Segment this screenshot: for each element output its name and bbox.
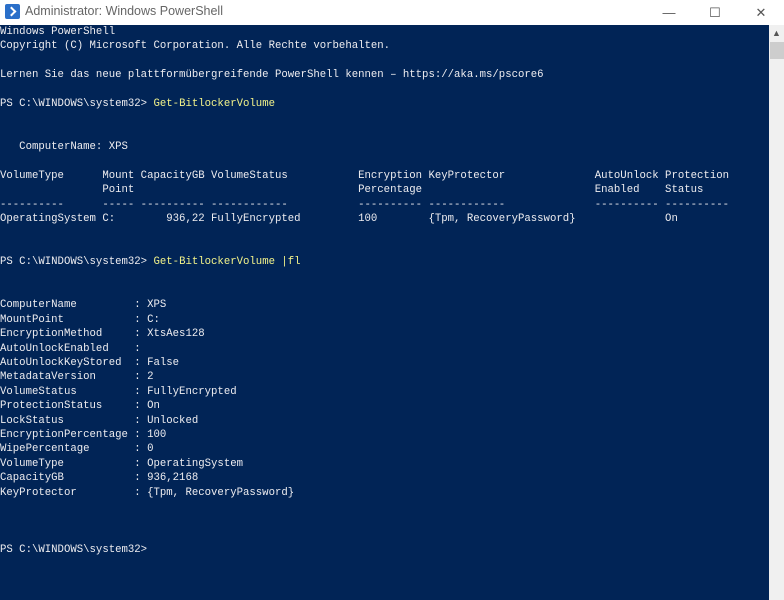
console-line: VolumeType : OperatingSystem bbox=[0, 457, 769, 471]
console-line: VolumeStatus : FullyEncrypted bbox=[0, 385, 769, 399]
minimize-button[interactable]: — bbox=[646, 0, 692, 25]
console-line: EncryptionMethod : XtsAes128 bbox=[0, 327, 769, 341]
console-line: Lernen Sie das neue plattformübergreifen… bbox=[0, 68, 769, 82]
console-line: KeyProtector : {Tpm, RecoveryPassword} bbox=[0, 486, 769, 500]
output-text: AutoUnlockEnabled : bbox=[0, 342, 141, 355]
maximize-button[interactable]: ☐ bbox=[692, 0, 738, 25]
console-line: WipePercentage : 0 bbox=[0, 442, 769, 456]
console-line: AutoUnlockEnabled : bbox=[0, 342, 769, 356]
console-output[interactable]: Windows PowerShell Copyright (C) Microsof… bbox=[0, 25, 769, 600]
console-line: LockStatus : Unlocked bbox=[0, 414, 769, 428]
output-text: VolumeStatus : FullyEncrypted bbox=[0, 385, 237, 398]
console-line: Copyright (C) Microsoft Corporation. All… bbox=[0, 39, 769, 53]
console-line: ProtectionStatus : On bbox=[0, 399, 769, 413]
output-text: ComputerName: XPS bbox=[0, 141, 128, 154]
output-text: EncryptionMethod : XtsAes128 bbox=[0, 328, 205, 341]
output-text: ProtectionStatus : On bbox=[0, 400, 160, 413]
output-text: Lernen Sie das neue plattformübergreifen… bbox=[0, 69, 544, 82]
console-line: ComputerName : XPS bbox=[0, 298, 769, 312]
close-button[interactable]: ✕ bbox=[738, 0, 784, 25]
prompt-line: PS C:\WINDOWS\system32> bbox=[0, 543, 769, 557]
output-text: VolumeType Mount CapacityGB VolumeStatus… bbox=[0, 169, 730, 182]
output-text: Copyright (C) Microsoft Corporation. All… bbox=[0, 40, 391, 53]
console-line: VolumeType Mount CapacityGB VolumeStatus… bbox=[0, 169, 769, 183]
output-text: MetadataVersion : 2 bbox=[0, 371, 154, 384]
command-text: Get-BitlockerVolume bbox=[153, 97, 275, 110]
prompt-line: PS C:\WINDOWS\system32> Get-BitlockerVol… bbox=[0, 97, 769, 111]
console-line: AutoUnlockKeyStored : False bbox=[0, 356, 769, 370]
console-line: CapacityGB : 936,2168 bbox=[0, 471, 769, 485]
title-bar: Administrator: Windows PowerShell — ☐ ✕ bbox=[0, 0, 784, 25]
output-text: Windows PowerShell bbox=[0, 26, 116, 38]
output-text: Point Percentage Enabled Status bbox=[0, 184, 704, 197]
output-text: MountPoint : C: bbox=[0, 313, 160, 326]
prompt-text: PS C:\WINDOWS\system32> bbox=[0, 256, 154, 269]
console-line: ---------- ----- ---------- ------------… bbox=[0, 198, 769, 212]
console-line: MetadataVersion : 2 bbox=[0, 370, 769, 384]
output-text: AutoUnlockKeyStored : False bbox=[0, 356, 180, 369]
console-line: Windows PowerShell bbox=[0, 25, 769, 39]
console-line: EncryptionPercentage : 100 bbox=[0, 428, 769, 442]
console-line: Point Percentage Enabled Status bbox=[0, 183, 769, 197]
output-text: WipePercentage : 0 bbox=[0, 443, 154, 456]
output-text: KeyProtector : {Tpm, RecoveryPassword} bbox=[0, 486, 295, 499]
console-line: MountPoint : C: bbox=[0, 313, 769, 327]
powershell-icon bbox=[5, 4, 20, 19]
console-line: ComputerName: XPS bbox=[0, 140, 769, 154]
output-text: ---------- ----- ---------- ------------… bbox=[0, 198, 730, 211]
prompt-text: PS C:\WINDOWS\system32> bbox=[0, 544, 154, 557]
output-text: CapacityGB : 936,2168 bbox=[0, 472, 199, 485]
output-text: EncryptionPercentage : 100 bbox=[0, 428, 167, 441]
output-text: ComputerName : XPS bbox=[0, 299, 167, 312]
maximize-icon: ☐ bbox=[709, 4, 721, 20]
command-text: Get-BitlockerVolume |fl bbox=[153, 256, 301, 269]
output-text: LockStatus : Unlocked bbox=[0, 414, 199, 427]
close-icon: ✕ bbox=[755, 4, 767, 20]
output-text: OperatingSystem C: 936,22 FullyEncrypted… bbox=[0, 213, 678, 226]
scroll-up-arrow-icon[interactable]: ▲ bbox=[769, 25, 784, 41]
window-title: Administrator: Windows PowerShell bbox=[25, 4, 223, 18]
minimize-icon: — bbox=[662, 5, 676, 20]
vertical-scrollbar[interactable]: ▲ bbox=[769, 25, 784, 600]
console-line: OperatingSystem C: 936,22 FullyEncrypted… bbox=[0, 212, 769, 226]
prompt-text: PS C:\WINDOWS\system32> bbox=[0, 97, 154, 110]
scroll-thumb[interactable] bbox=[770, 42, 784, 59]
prompt-line: PS C:\WINDOWS\system32> Get-BitlockerVol… bbox=[0, 255, 769, 269]
output-text: VolumeType : OperatingSystem bbox=[0, 457, 244, 470]
